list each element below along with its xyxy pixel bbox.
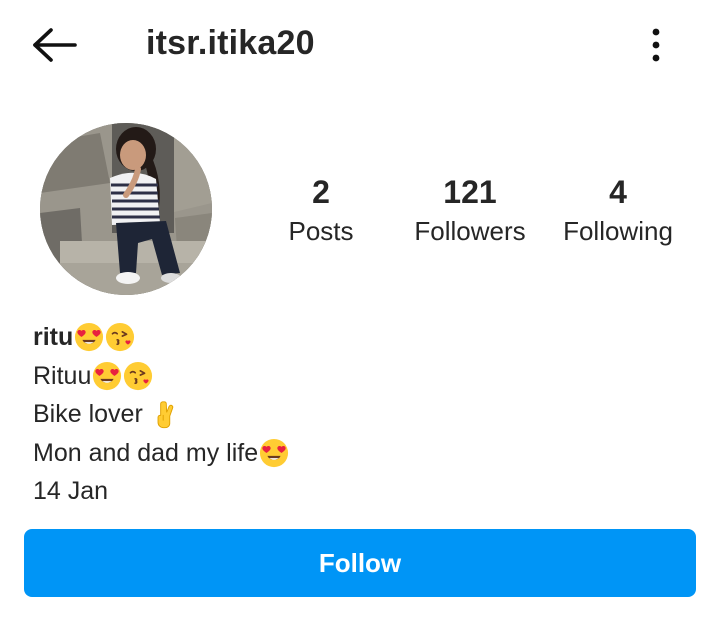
bio-line-2: Bike lover: [33, 395, 673, 434]
crossed-fingers-emoji: [151, 399, 181, 429]
bio-text-4: 14 Jan: [33, 477, 109, 505]
profile-bio: ritu Rituu Bike lover Mon and dad my lif…: [33, 318, 673, 511]
heart-eyes-emoji: [259, 438, 289, 468]
posts-label: Posts: [288, 216, 354, 246]
bio-line-4: 14 Jan: [33, 472, 673, 511]
heart-eyes-emoji: [92, 361, 122, 391]
heart-eyes-emoji: [74, 322, 104, 352]
profile-header: itsr.itika20: [0, 0, 715, 90]
bio-text-2: Bike lover: [33, 400, 150, 428]
following-label: Following: [563, 216, 673, 246]
bio-line-1: Rituu: [33, 357, 673, 396]
following-stat[interactable]: 4 Following: [552, 172, 684, 248]
bio-line-3: Mon and dad my life: [33, 434, 673, 473]
followers-label: Followers: [414, 216, 526, 246]
follow-button[interactable]: Follow: [24, 529, 696, 597]
profile-display-name: ritu: [33, 323, 74, 351]
profile-username: itsr.itika20: [146, 24, 315, 62]
profile-photo: [40, 123, 212, 295]
followers-count: 121: [443, 174, 497, 210]
followers-stat[interactable]: 121 Followers: [405, 172, 535, 248]
arrow-left-icon: [33, 28, 77, 62]
back-button[interactable]: [28, 22, 80, 68]
kiss-emoji: [123, 361, 153, 391]
vertical-ellipsis-icon: [652, 28, 660, 62]
more-options-button[interactable]: [636, 22, 676, 68]
bio-text-3: Mon and dad my life: [33, 438, 259, 467]
following-count: 4: [609, 174, 627, 210]
posts-stat: 2 Posts: [276, 172, 366, 248]
posts-count: 2: [312, 174, 330, 210]
bio-name-line: ritu: [33, 318, 673, 357]
kiss-emoji: [105, 322, 135, 352]
bio-text-1: Rituu: [33, 361, 92, 390]
profile-avatar[interactable]: [40, 123, 212, 295]
